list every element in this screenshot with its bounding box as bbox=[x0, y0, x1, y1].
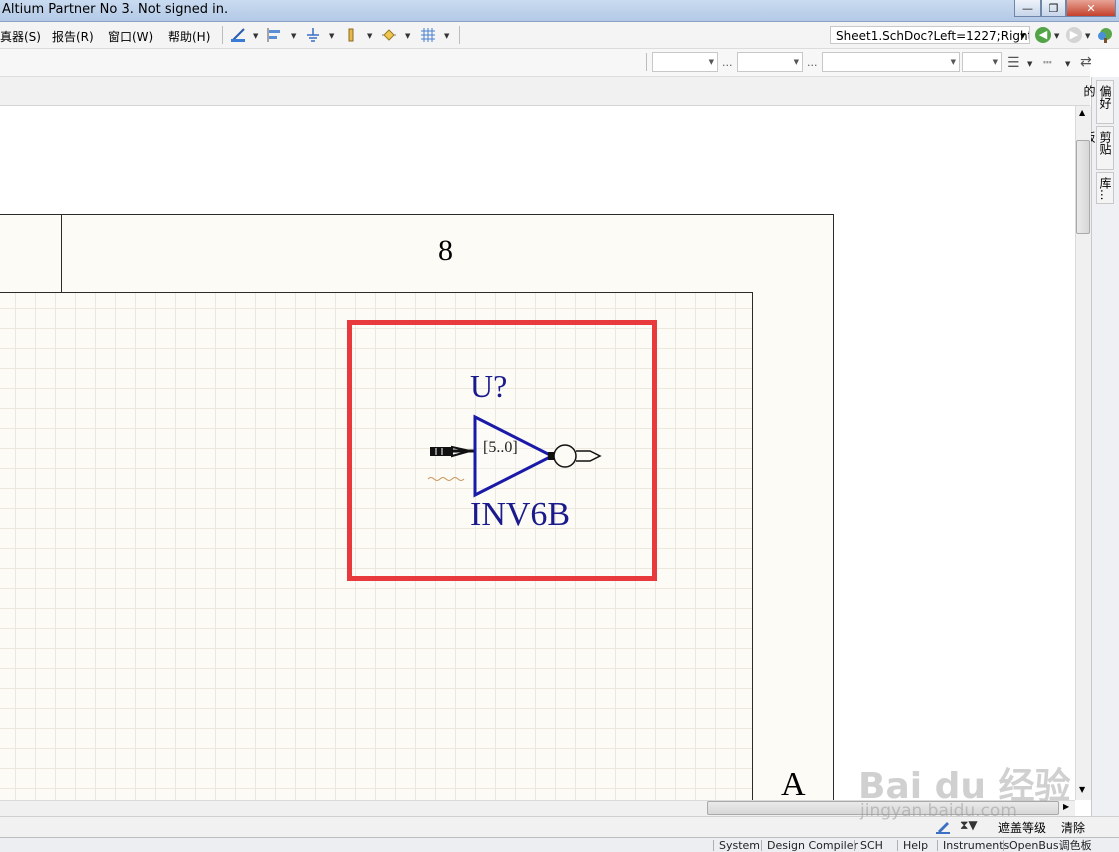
chevron-down-icon[interactable]: ▼ bbox=[1085, 32, 1090, 40]
error-squiggle bbox=[427, 477, 465, 481]
minimize-button[interactable]: — bbox=[1014, 0, 1041, 17]
chevron-down-icon[interactable]: ▼ bbox=[444, 32, 449, 40]
menu-help[interactable]: 帮助(H) bbox=[168, 28, 210, 45]
line-style-icon[interactable]: ☰ bbox=[1007, 55, 1020, 71]
clear-button[interactable]: 清除 bbox=[1061, 819, 1085, 836]
chevron-down-icon[interactable]: ▼ bbox=[405, 32, 410, 40]
panel-system[interactable]: System bbox=[713, 840, 765, 851]
power-ports-icon[interactable] bbox=[305, 27, 321, 43]
panel-design-compiler[interactable]: Design Compiler bbox=[761, 840, 863, 851]
chevron-down-icon[interactable]: ▼ bbox=[1020, 32, 1025, 40]
sheet-symbol-icon[interactable] bbox=[381, 27, 397, 43]
filter-combo-4[interactable]: ▼ bbox=[962, 52, 1002, 72]
pin-bus-label: [5..0] bbox=[483, 439, 518, 456]
document-selector[interactable]: Sheet1.SchDoc?Left=1227;Right bbox=[830, 26, 1030, 44]
zone-row-label: A bbox=[781, 766, 806, 800]
inverter-bubble bbox=[553, 444, 577, 468]
zone-divider bbox=[61, 214, 62, 293]
forward-icon[interactable]: ▶ bbox=[1066, 27, 1082, 43]
toolbar-separator bbox=[222, 26, 223, 44]
window-title: Altium Partner No 3. Not signed in. bbox=[2, 2, 229, 17]
dash-style-icon[interactable]: ┅ bbox=[1043, 55, 1051, 71]
swap-icon[interactable]: ⇄ bbox=[1080, 54, 1092, 70]
menu-window[interactable]: 窗口(W) bbox=[108, 28, 153, 45]
tab-clipboard[interactable]: 剪贴板 bbox=[1082, 126, 1114, 170]
scroll-up-icon[interactable]: ▲ bbox=[1079, 108, 1085, 117]
component-designator[interactable]: U? bbox=[470, 368, 507, 405]
chevron-down-icon[interactable]: ▼ bbox=[291, 32, 296, 40]
chevron-down-icon[interactable]: ▼ bbox=[329, 32, 334, 40]
wiring-tools-icon[interactable] bbox=[230, 27, 246, 43]
panel-sch[interactable]: SCH bbox=[854, 840, 888, 851]
output-pin-arrow bbox=[576, 450, 602, 462]
align-tools-icon[interactable] bbox=[267, 27, 283, 43]
back-icon[interactable]: ◀ bbox=[1035, 27, 1051, 43]
mask-level-button[interactable]: 遮盖等级 bbox=[998, 819, 1046, 836]
filter-combo-3[interactable]: ▼ bbox=[822, 52, 960, 72]
component-comment[interactable]: INV6B bbox=[470, 496, 570, 534]
filter-combo-2[interactable]: ▼ bbox=[737, 52, 803, 72]
toolbar-separator bbox=[646, 53, 647, 71]
combo-separator: ... bbox=[722, 56, 733, 69]
toolbar-separator bbox=[459, 26, 460, 44]
input-pin-stub bbox=[430, 447, 452, 456]
combo-separator: ... bbox=[807, 56, 818, 69]
tab-libraries[interactable]: 库... bbox=[1096, 172, 1114, 204]
grid-icon[interactable] bbox=[420, 27, 436, 43]
vertical-scroll-thumb[interactable] bbox=[1076, 140, 1090, 234]
schematic-canvas[interactable]: 8 A U? [5..0] INV6B bbox=[0, 106, 1074, 800]
home-icon[interactable] bbox=[1096, 27, 1114, 43]
panel-help[interactable]: Help bbox=[897, 840, 933, 851]
chevron-down-icon[interactable]: ▼ bbox=[367, 32, 372, 40]
harness-icon[interactable] bbox=[343, 27, 359, 43]
chevron-down-icon[interactable]: ▼ bbox=[253, 32, 258, 40]
watermark-url: jingyan.baidu.com bbox=[860, 801, 1017, 821]
chevron-down-icon[interactable]: ▼ bbox=[1027, 60, 1032, 68]
menu-simulator[interactable]: 真器(S) bbox=[0, 28, 41, 45]
maximize-button[interactable]: ❐ bbox=[1041, 0, 1066, 17]
menu-reports[interactable]: 报告(R) bbox=[52, 28, 94, 45]
zone-column-label: 8 bbox=[438, 234, 453, 267]
document-tabs-strip bbox=[0, 77, 1090, 106]
close-button[interactable]: ✕ bbox=[1066, 0, 1116, 17]
scroll-down-icon[interactable]: ▼ bbox=[1079, 785, 1085, 794]
panel-openbus[interactable]: OpenBus调色板 bbox=[1003, 840, 1097, 851]
tab-favorites[interactable]: 偏好的 bbox=[1082, 80, 1114, 124]
filter-combo-1[interactable]: ▼ bbox=[652, 52, 718, 72]
chevron-down-icon[interactable]: ▼ bbox=[1065, 60, 1070, 68]
chevron-down-icon[interactable]: ▼ bbox=[1054, 32, 1059, 40]
